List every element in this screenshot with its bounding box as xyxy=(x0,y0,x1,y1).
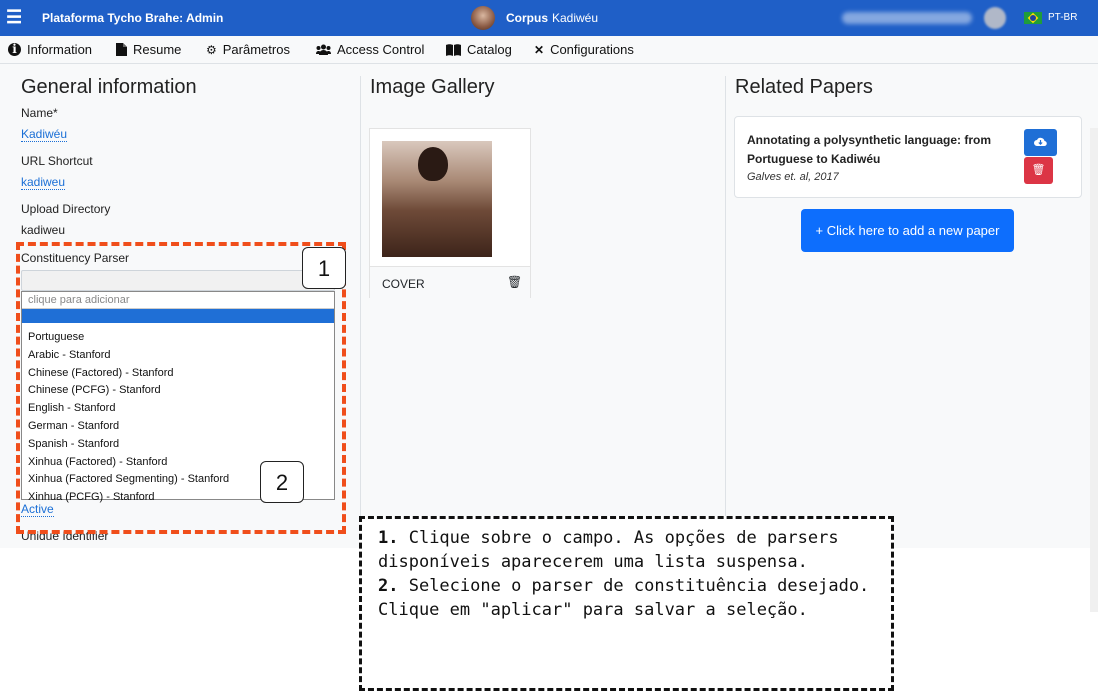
trash-icon: 🗑 xyxy=(1031,164,1046,176)
vertical-scrollbar[interactable] xyxy=(1090,128,1098,612)
paper-title: Annotating a polysynthetic language: fro… xyxy=(747,133,992,166)
info-icon: i xyxy=(8,43,21,56)
download-paper-button[interactable] xyxy=(1024,129,1057,156)
url-shortcut-label: URL Shortcut xyxy=(21,154,93,168)
step-2-text: Selecione o parser de constituência dese… xyxy=(378,576,870,620)
gears-icon: ⚙ xyxy=(206,42,217,57)
image-gallery-heading: Image Gallery xyxy=(370,76,495,98)
users-icon xyxy=(316,44,331,55)
gallery-card-footer: COVER 🗑 xyxy=(370,266,530,298)
hamburger-menu-icon[interactable]: ☰ xyxy=(6,7,22,28)
delete-paper-button[interactable]: 🗑 xyxy=(1024,157,1053,184)
upload-directory-label: Upload Directory xyxy=(21,202,111,216)
column-divider xyxy=(360,76,361,546)
gallery-card: COVER 🗑 xyxy=(369,128,531,298)
corpus-indicator[interactable]: Corpus Kadiwéu xyxy=(471,6,598,30)
name-value[interactable]: Kadiwéu xyxy=(21,127,68,142)
related-papers-heading: Related Papers xyxy=(735,76,873,98)
add-paper-button[interactable]: + Click here to add a new paper xyxy=(801,209,1014,252)
nav-access-control[interactable]: Access Control xyxy=(316,42,424,57)
brazil-flag-icon[interactable] xyxy=(1024,12,1042,24)
cover-image[interactable] xyxy=(382,141,492,257)
step-1-number: 1. xyxy=(378,528,399,548)
user-avatar[interactable] xyxy=(984,7,1006,29)
step-1-text: Clique sobre o campo. As opções de parse… xyxy=(378,528,839,572)
nav-label: Information xyxy=(27,42,93,57)
nav-label: Access Control xyxy=(337,42,425,57)
file-icon xyxy=(116,43,127,56)
nav-information[interactable]: i Information xyxy=(8,42,92,57)
general-info-heading: General information xyxy=(21,76,197,98)
language-selector[interactable]: PT-BR xyxy=(1048,12,1077,23)
nav-catalog[interactable]: Catalog xyxy=(446,42,512,57)
nav-parametros[interactable]: ⚙ Parâmetros xyxy=(206,42,290,57)
user-name-blurred[interactable] xyxy=(842,12,972,24)
nav-label: Parâmetros xyxy=(222,42,290,57)
paper-authors: Galves et. al, 2017 xyxy=(747,171,839,183)
url-shortcut-value[interactable]: kadiweu xyxy=(21,175,66,190)
cover-label: COVER xyxy=(382,277,425,291)
corpus-avatar xyxy=(471,6,495,30)
plus-icon: + xyxy=(815,223,824,238)
corpus-prefix: Corpus xyxy=(506,11,548,25)
step-marker-2: 2 xyxy=(260,461,304,503)
corpus-name: Kadiwéu xyxy=(552,11,599,25)
add-paper-label: Click here to add a new paper xyxy=(826,223,1000,238)
step-2-number: 2. xyxy=(378,576,399,596)
upload-directory-value: kadiweu xyxy=(21,223,66,237)
section-navbar: i Information Resume ⚙ Parâmetros Access… xyxy=(0,36,1098,64)
cloud-download-icon xyxy=(1034,137,1047,147)
step-marker-1: 1 xyxy=(302,247,346,289)
nav-configurations[interactable]: ✕ Configurations xyxy=(534,42,634,57)
top-bar: ☰ Plataforma Tycho Brahe: Admin Corpus K… xyxy=(0,0,1098,36)
book-icon xyxy=(446,43,461,56)
nav-label: Configurations xyxy=(550,42,634,57)
tools-icon: ✕ xyxy=(534,42,545,57)
instruction-note: 1. Clique sobre o campo. As opções de pa… xyxy=(359,516,894,691)
column-divider xyxy=(725,76,726,546)
nav-resume[interactable]: Resume xyxy=(116,42,181,57)
nav-label: Resume xyxy=(133,42,182,57)
app-brand[interactable]: Plataforma Tycho Brahe: Admin xyxy=(42,11,223,25)
nav-label: Catalog xyxy=(467,42,512,57)
name-label: Name* xyxy=(21,106,58,120)
paper-card: Annotating a polysynthetic language: fro… xyxy=(734,116,1082,198)
trash-icon[interactable]: 🗑 xyxy=(507,275,522,289)
